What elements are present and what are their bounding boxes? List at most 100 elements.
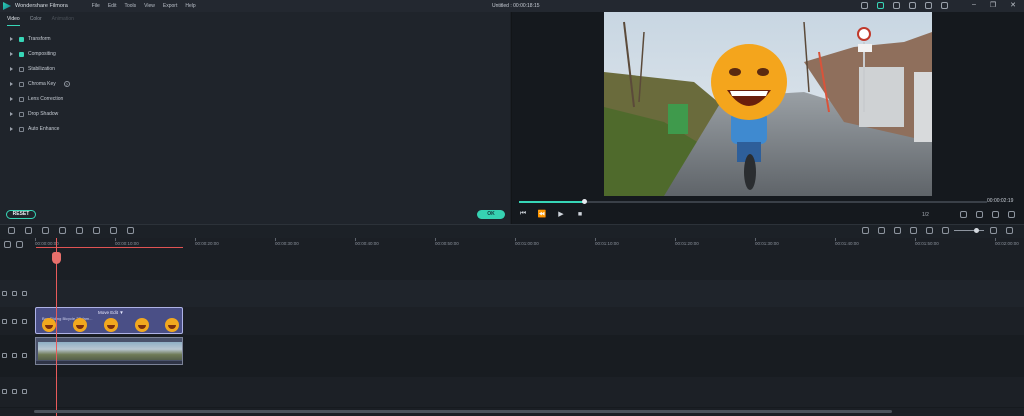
property-compositing[interactable]: Compositing bbox=[10, 51, 56, 57]
ruler-tick: 00:00:40:00 bbox=[355, 241, 379, 246]
track-empty[interactable] bbox=[0, 280, 1024, 308]
delete-icon[interactable] bbox=[42, 227, 49, 234]
render-icon[interactable] bbox=[862, 227, 869, 234]
lock-icon[interactable] bbox=[12, 291, 17, 296]
speed-icon[interactable] bbox=[110, 227, 117, 234]
expand-arrow-icon[interactable] bbox=[10, 82, 13, 86]
expand-arrow-icon[interactable] bbox=[10, 52, 13, 56]
emoji-effect-clip[interactable]: Move Edit ▼ Boy Riding Bicycle 2D fam... bbox=[35, 307, 183, 334]
timeline-horizontal-scrollbar[interactable] bbox=[34, 410, 892, 413]
preview-progress-bar[interactable] bbox=[519, 199, 987, 204]
property-auto-enhance[interactable]: Auto Enhance bbox=[10, 126, 59, 132]
crop-icon[interactable] bbox=[76, 227, 83, 234]
mail-icon[interactable] bbox=[925, 2, 932, 9]
menu-help[interactable]: Help bbox=[185, 3, 195, 9]
zoom-in-icon[interactable] bbox=[990, 227, 997, 234]
ruler-tick: 00:00:50:00 bbox=[435, 241, 459, 246]
lock-icon[interactable] bbox=[12, 353, 17, 358]
split-screen-icon[interactable] bbox=[926, 227, 933, 234]
menu-tools[interactable]: Tools bbox=[124, 3, 136, 9]
speaker-icon[interactable] bbox=[22, 389, 27, 394]
lock-icon[interactable] bbox=[12, 319, 17, 324]
playhead[interactable] bbox=[52, 238, 61, 416]
property-chroma-key[interactable]: Chroma Key ? bbox=[10, 81, 70, 87]
cut-icon[interactable] bbox=[59, 227, 66, 234]
help-icon[interactable]: ? bbox=[63, 81, 70, 87]
voiceover-icon[interactable] bbox=[894, 227, 901, 234]
ruler-tick: 00:00:30:00 bbox=[275, 241, 299, 246]
auto-enhance-checkbox[interactable] bbox=[19, 126, 24, 132]
progress-knob[interactable] bbox=[582, 199, 588, 204]
download-icon[interactable] bbox=[941, 2, 948, 9]
restore-icon[interactable]: ❐ bbox=[990, 1, 996, 9]
stabilization-checkbox[interactable] bbox=[19, 66, 24, 72]
compositing-checkbox[interactable] bbox=[19, 51, 24, 57]
timeline-zoom-slider[interactable] bbox=[954, 228, 984, 233]
zoom-slider-knob[interactable] bbox=[974, 228, 979, 233]
track-type-icon bbox=[2, 353, 7, 358]
tab-video[interactable]: Video bbox=[7, 16, 20, 26]
property-lens-correction[interactable]: Lens Correction bbox=[10, 96, 63, 102]
menu-file[interactable]: File bbox=[92, 3, 100, 9]
timeline-ruler[interactable]: 00:00:00:00 00:00:10:00 00:00:20:00 00:0… bbox=[34, 238, 1024, 250]
close-icon[interactable]: ✕ bbox=[1010, 1, 1016, 9]
lock-icon[interactable] bbox=[12, 389, 17, 394]
audio-split-icon[interactable] bbox=[127, 227, 134, 234]
mixer-icon[interactable] bbox=[910, 227, 917, 234]
snapshot-icon[interactable] bbox=[976, 211, 983, 218]
undo-icon[interactable] bbox=[8, 227, 15, 234]
property-transform[interactable]: Transform bbox=[10, 36, 51, 42]
stop-icon[interactable]: ■ bbox=[576, 210, 584, 218]
sync-icon[interactable] bbox=[877, 2, 884, 9]
expand-arrow-icon[interactable] bbox=[10, 127, 13, 131]
timeline-options-icon[interactable] bbox=[1006, 227, 1013, 234]
menu-edit[interactable]: Edit bbox=[108, 3, 117, 9]
eye-icon[interactable] bbox=[22, 319, 27, 324]
reset-button[interactable]: RESET bbox=[6, 210, 36, 219]
gift-icon[interactable] bbox=[893, 2, 900, 9]
eye-icon[interactable] bbox=[22, 291, 27, 296]
property-drop-shadow[interactable]: Drop Shadow bbox=[10, 111, 58, 117]
bulb-icon[interactable] bbox=[861, 2, 868, 9]
minimize-icon[interactable]: – bbox=[972, 1, 976, 9]
menu-export[interactable]: Export bbox=[163, 3, 177, 9]
track-type-icon bbox=[2, 319, 7, 324]
track-header bbox=[2, 291, 27, 296]
progress-fill bbox=[519, 201, 585, 203]
window-controls: – ❐ ✕ bbox=[972, 1, 1016, 9]
monitor-icon[interactable] bbox=[960, 211, 967, 218]
ok-button[interactable]: OK bbox=[477, 210, 505, 219]
expand-arrow-icon[interactable] bbox=[10, 37, 13, 41]
color-icon[interactable] bbox=[93, 227, 100, 234]
volume-icon[interactable] bbox=[992, 211, 999, 218]
expand-arrow-icon[interactable] bbox=[10, 67, 13, 71]
tab-color[interactable]: Color bbox=[30, 16, 42, 26]
preview-zoom-select[interactable]: 1/2 bbox=[922, 212, 929, 218]
fullscreen-icon[interactable] bbox=[1008, 211, 1015, 218]
expand-arrow-icon[interactable] bbox=[10, 97, 13, 101]
chroma-key-checkbox[interactable] bbox=[19, 81, 24, 87]
lens-correction-checkbox[interactable] bbox=[19, 96, 24, 102]
play-icon[interactable]: ▶ bbox=[557, 210, 565, 218]
transform-checkbox[interactable] bbox=[19, 36, 24, 42]
redo-icon[interactable] bbox=[25, 227, 32, 234]
zoom-out-icon[interactable] bbox=[942, 227, 949, 234]
menu-bar: File Edit Tools View Export Help bbox=[92, 3, 196, 9]
work-area-range[interactable] bbox=[36, 247, 183, 248]
property-stabilization[interactable]: Stabilization bbox=[10, 66, 55, 72]
property-label: Stabilization bbox=[28, 66, 55, 72]
track-audio[interactable] bbox=[0, 377, 1024, 408]
music-icon bbox=[2, 389, 7, 394]
video-clip[interactable] bbox=[35, 337, 183, 365]
skip-back-icon[interactable]: ⏮ bbox=[519, 210, 527, 218]
eye-icon[interactable] bbox=[22, 353, 27, 358]
playhead-handle[interactable] bbox=[52, 252, 61, 264]
step-back-icon[interactable]: ⏪ bbox=[538, 210, 547, 218]
add-track-icon[interactable] bbox=[4, 241, 11, 248]
marker-icon[interactable] bbox=[878, 227, 885, 234]
drop-shadow-checkbox[interactable] bbox=[19, 111, 24, 117]
link-icon[interactable] bbox=[16, 241, 23, 248]
expand-arrow-icon[interactable] bbox=[10, 112, 13, 116]
account-icon[interactable] bbox=[909, 2, 916, 9]
menu-view[interactable]: View bbox=[144, 3, 155, 9]
